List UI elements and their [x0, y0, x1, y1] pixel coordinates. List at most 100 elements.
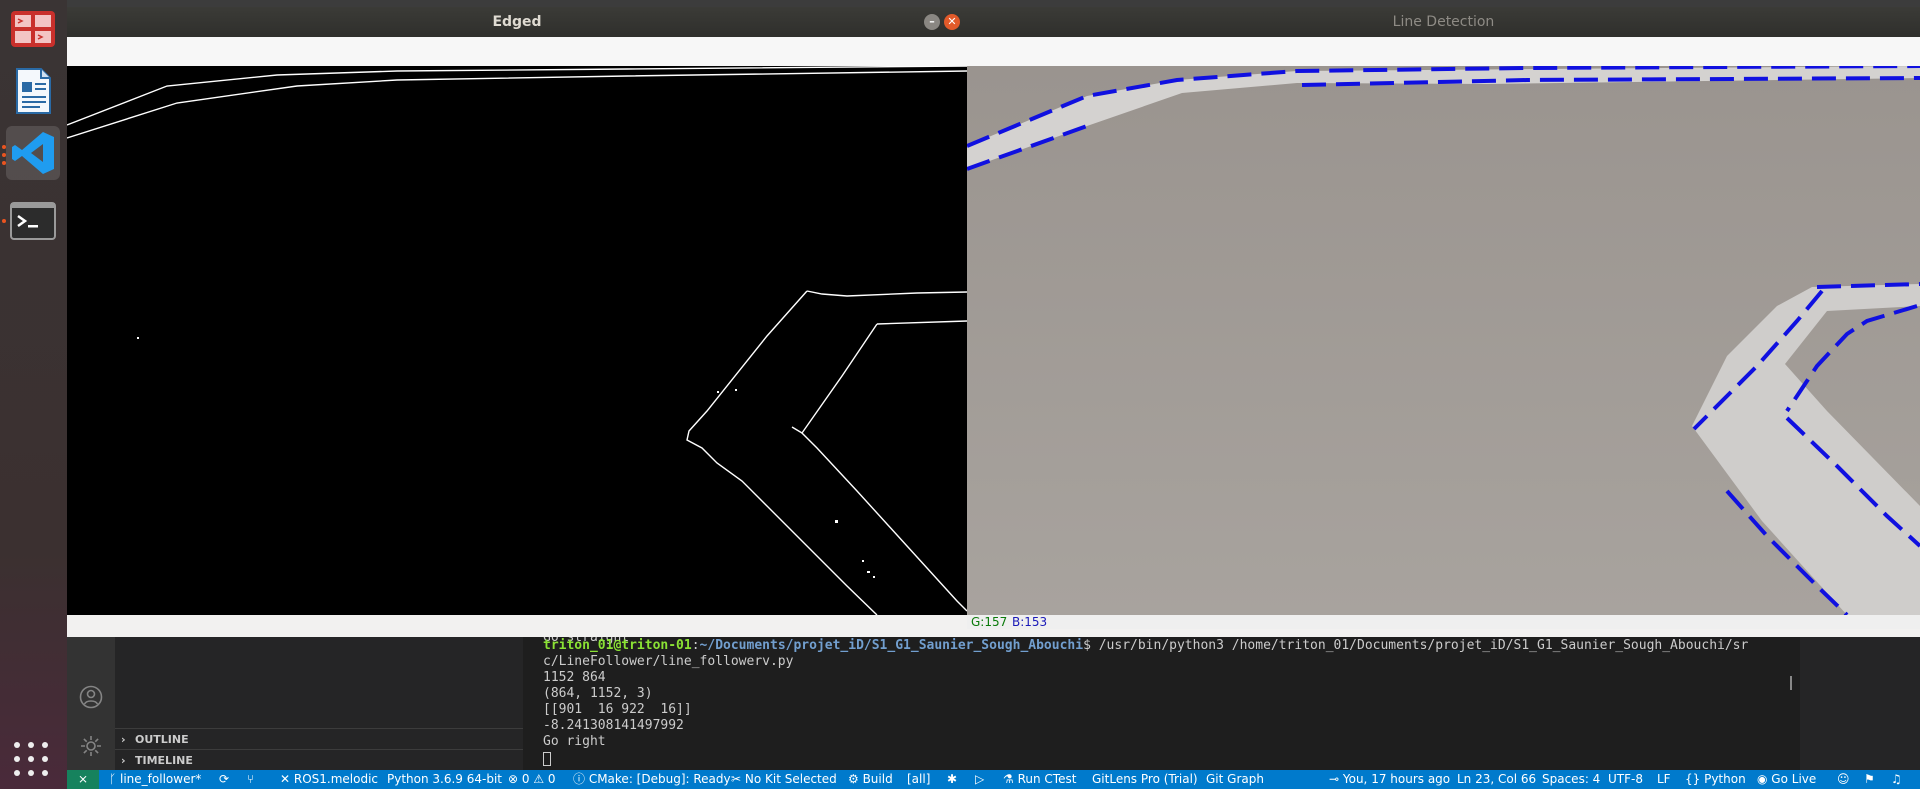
- ros-icon: ✕: [280, 772, 294, 786]
- git-graph-item[interactable]: Git Graph: [1206, 770, 1264, 789]
- error-count: 0: [521, 772, 530, 786]
- blame-label: You, 17 hours ago: [1342, 772, 1451, 786]
- python-interpreter[interactable]: Python 3.6.9 64-bit: [387, 770, 502, 789]
- go-live-label: Go Live: [1771, 772, 1817, 786]
- sync-icon[interactable]: ⟳: [219, 770, 229, 789]
- terminal-command-wrap: c/LineFollower/line_followerv.py: [543, 654, 794, 669]
- warning-icon: ⚠: [529, 772, 548, 786]
- terminal-icon: [10, 202, 56, 240]
- error-icon: ⊗: [508, 772, 522, 786]
- chevron-right-icon: ›: [121, 754, 126, 767]
- manage-gear-icon[interactable]: [79, 734, 103, 758]
- chevron-right-icon: ›: [121, 733, 126, 746]
- minimize-button[interactable]: –: [924, 14, 940, 30]
- vscode-icon: [12, 132, 54, 174]
- terminal-output-line: 1152 864: [543, 670, 606, 685]
- encoding[interactable]: UTF-8: [1608, 770, 1643, 789]
- close-icon: ✕: [947, 15, 957, 28]
- terminal-output-line: Go right: [543, 734, 606, 749]
- blame-item[interactable]: ⊸ You, 17 hours ago: [1329, 770, 1450, 789]
- dock-item-vscode[interactable]: [6, 126, 60, 180]
- edged-window: Edged – ✕: [67, 7, 967, 637]
- git-branch-icon: ᚴ: [109, 772, 121, 786]
- git-graph-icon[interactable]: ⑂: [247, 770, 254, 789]
- info-icon: ⓘ: [573, 772, 589, 786]
- terminal-output-line: -8.241308141497992: [543, 718, 684, 733]
- vscode-statusbar: ⨯ ᚴ line_follower* ⟳ ⑂ ✕ ROS1.melodic Py…: [67, 770, 1920, 789]
- pixel-green-value: G:157: [971, 615, 1008, 629]
- ctest-label: Run CTest: [1017, 772, 1077, 786]
- end-of-line[interactable]: LF: [1657, 770, 1671, 789]
- flask-icon: ⚗: [1003, 772, 1018, 786]
- build-label: Build: [862, 772, 893, 786]
- commit-icon: ⊸: [1329, 772, 1343, 786]
- dock-item-remmina[interactable]: [6, 2, 60, 56]
- kit-label: No Kit Selected: [744, 772, 837, 786]
- timeline-label: TIMELINE: [135, 754, 193, 767]
- window-title: Edged: [492, 14, 542, 30]
- broadcast-icon: ◉: [1757, 772, 1772, 786]
- terminal-output-line: [[901 16 922 16]]: [543, 702, 692, 717]
- warning-count: 0: [547, 772, 556, 786]
- edged-title-bar[interactable]: Edged – ✕: [67, 7, 967, 37]
- terminal-scrollbar[interactable]: [1790, 676, 1792, 690]
- gear-icon: ⚙: [848, 772, 863, 786]
- braces-icon: {}: [1685, 772, 1705, 786]
- ros-item[interactable]: ✕ ROS1.melodic: [280, 770, 378, 789]
- line-detection-image: [967, 66, 1920, 615]
- explorer-sidebar: › OUTLINE › TIMELINE: [115, 636, 523, 773]
- cmake-target[interactable]: [all]: [907, 770, 930, 789]
- running-indicator: [2, 161, 6, 165]
- debug-bug-icon[interactable]: ✱: [947, 770, 957, 789]
- problems-item[interactable]: ⊗ 0 ⚠ 0: [508, 770, 556, 789]
- running-indicator: [2, 153, 6, 157]
- edged-toolbar: [67, 37, 967, 67]
- running-indicator: [2, 145, 6, 149]
- cmake-build[interactable]: ⚙ Build: [848, 770, 893, 789]
- integrated-terminal[interactable]: Go straight triton_01@triton-01:~/Docume…: [523, 630, 1920, 773]
- show-applications-button[interactable]: [14, 742, 50, 778]
- prompt-path: ~/Documents/projet_iD/S1_G1_Saunier_Soug…: [699, 638, 1084, 653]
- branch-label: line_follower*: [120, 772, 202, 786]
- tools-icon: ✂: [731, 772, 745, 786]
- language-mode[interactable]: {} Python: [1685, 770, 1746, 789]
- terminal-cursor: [543, 752, 551, 766]
- run-play-icon[interactable]: ▷: [975, 770, 984, 789]
- go-live-item[interactable]: ◉ Go Live: [1757, 770, 1816, 789]
- remote-indicator[interactable]: ⨯: [67, 770, 99, 789]
- cursor-position[interactable]: Ln 23, Col 66: [1457, 770, 1536, 789]
- ubuntu-dock: [0, 0, 67, 789]
- line-detection-statusbar: G:157 B:153: [967, 615, 1920, 629]
- edge-lines: [67, 66, 967, 615]
- terminal-prompt-line: triton_01@triton-01:~/Documents/projet_i…: [543, 638, 1748, 654]
- notifications-bell-icon[interactable]: ♫: [1891, 770, 1902, 789]
- ctest-item[interactable]: ⚗ Run CTest: [1003, 770, 1076, 789]
- indentation[interactable]: Spaces: 4: [1542, 770, 1600, 789]
- cmake-kit[interactable]: ✂ No Kit Selected: [731, 770, 837, 789]
- feedback-icon[interactable]: ☺: [1837, 770, 1850, 789]
- window-title: Line Detection: [1392, 14, 1495, 30]
- account-icon[interactable]: [79, 685, 103, 709]
- outline-label: OUTLINE: [135, 733, 189, 746]
- remmina-icon: [11, 11, 55, 47]
- minimize-icon: –: [929, 15, 935, 28]
- timeline-section[interactable]: › TIMELINE: [115, 749, 523, 770]
- broadcast-icon[interactable]: ⚑: [1864, 770, 1875, 789]
- branch-item[interactable]: ᚴ line_follower*: [109, 770, 201, 789]
- prompt-separator: :: [691, 638, 700, 653]
- terminal-output-line: (864, 1152, 3): [543, 686, 653, 701]
- dock-item-terminal[interactable]: [6, 194, 60, 248]
- gitlens-item[interactable]: GitLens Pro (Trial): [1092, 770, 1198, 789]
- remote-icon: ⨯: [77, 772, 89, 786]
- cmake-status[interactable]: ⓘ CMake: [Debug]: Ready: [573, 770, 731, 789]
- outline-section[interactable]: › OUTLINE: [115, 728, 523, 749]
- terminal-side-panel: [1800, 636, 1920, 773]
- language-label: Python: [1704, 772, 1746, 786]
- prompt-command: $ /usr/bin/python3 /home/triton_01/Docum…: [1083, 638, 1749, 653]
- running-indicator: [2, 219, 6, 223]
- cmake-label: CMake: [Debug]: Ready: [588, 772, 731, 786]
- dock-item-writer[interactable]: [6, 64, 60, 118]
- line-detection-title-bar[interactable]: Line Detection: [967, 7, 1920, 37]
- close-button[interactable]: ✕: [944, 14, 960, 30]
- activity-bar: [67, 636, 115, 773]
